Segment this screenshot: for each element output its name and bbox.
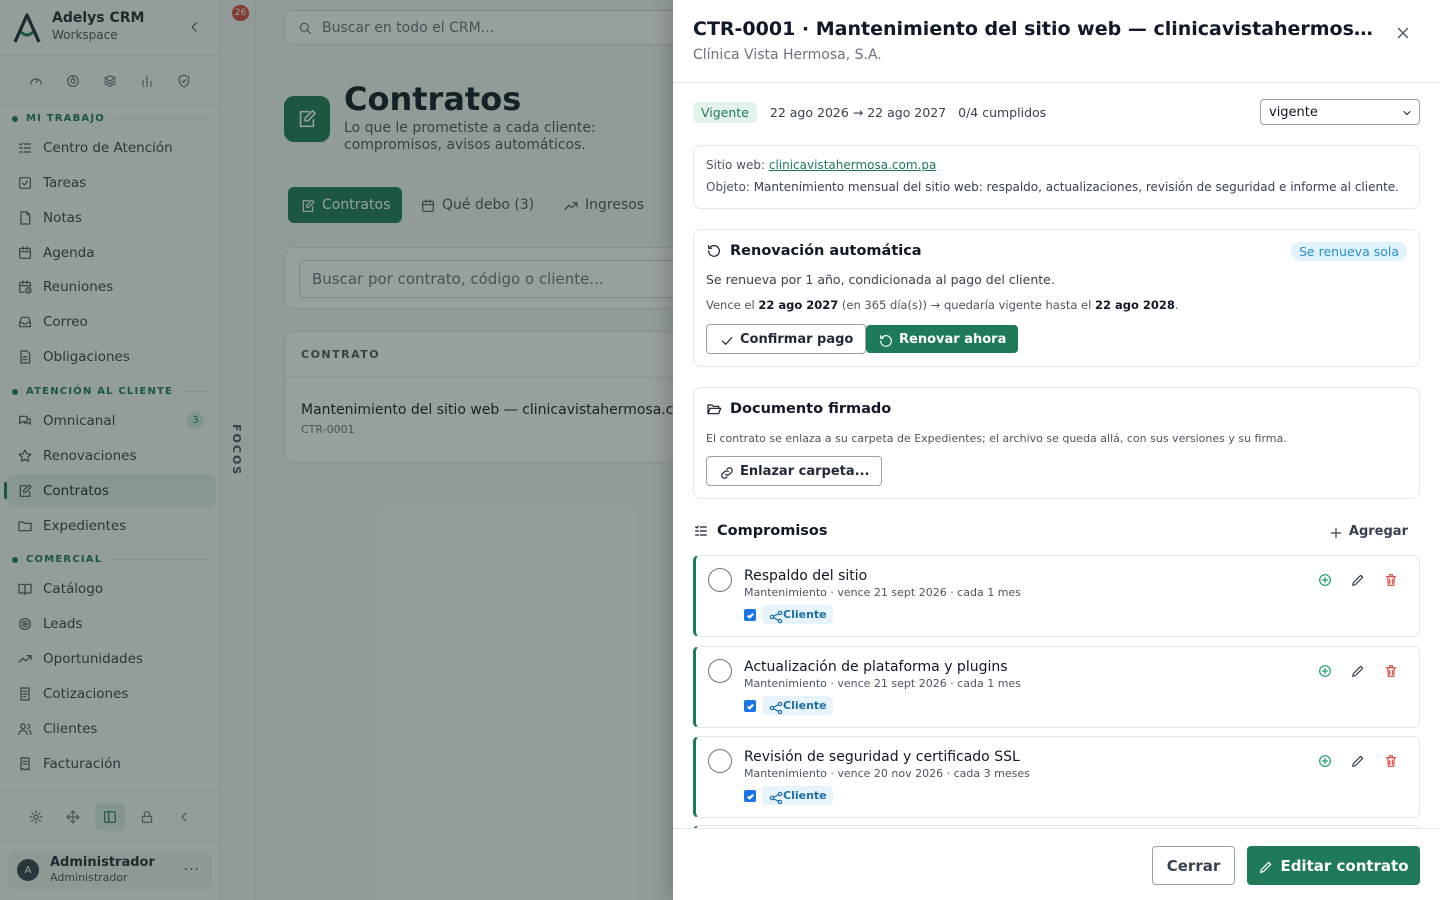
client-visible-checkbox[interactable] — [744, 700, 756, 712]
client-visible-checkbox[interactable] — [744, 609, 756, 621]
commitment-item: Actualización de plataforma y plugins Ma… — [693, 646, 1420, 728]
fulfilled-count: 0/4 cumplidos — [958, 104, 1047, 120]
chevron-down-icon — [1401, 107, 1413, 119]
commitment-title: Respaldo del sitio — [744, 568, 868, 584]
refresh-icon — [706, 243, 722, 259]
document-card: Documento firmado El contrato se enlaza … — [693, 387, 1420, 499]
client-tag: Cliente — [762, 696, 833, 715]
drawer-body: Vigente 22 ago 2026 → 22 ago 2027 0/4 cu… — [673, 84, 1440, 828]
drawer-title: CTR-0001 · Mantenimiento del sitio web —… — [693, 18, 1373, 40]
share-icon — [768, 609, 783, 624]
commitment-meta: Mantenimiento · vence 21 sept 2026 · cad… — [744, 586, 1021, 599]
document-title: Documento firmado — [706, 401, 891, 417]
complete-toggle[interactable] — [708, 659, 732, 683]
client-tag: Cliente — [762, 605, 833, 624]
renewal-text: Se renueva por 1 año, condicionada al pa… — [706, 272, 1055, 287]
edit-icon[interactable] — [1350, 572, 1366, 588]
folder-open-icon — [706, 401, 722, 417]
complete-toggle[interactable] — [708, 749, 732, 773]
contract-drawer: CTR-0001 · Mantenimiento del sitio web —… — [673, 0, 1440, 900]
commitment-title: Actualización de plataforma y plugins — [744, 659, 1008, 675]
link-icon — [719, 465, 733, 479]
auto-renew-badge: Se renueva sola — [1290, 242, 1407, 261]
renew-now-button[interactable]: Renovar ahora — [866, 325, 1019, 353]
close-icon[interactable] — [1392, 22, 1414, 44]
client-tag: Cliente — [762, 786, 833, 805]
info-card: Sitio web: clinicavistahermosa.com.pa Ob… — [693, 145, 1420, 209]
close-button[interactable]: Cerrar — [1152, 846, 1235, 885]
plus-circle-icon[interactable] — [1317, 663, 1333, 679]
commitment-item: Revisión de seguridad y certificado SSL … — [693, 736, 1420, 818]
trash-icon[interactable] — [1383, 753, 1399, 769]
plus-circle-icon[interactable] — [1317, 572, 1333, 588]
renewal-card: Renovación automática Se renueva sola Se… — [693, 229, 1420, 367]
commitment-meta: Mantenimiento · vence 20 nov 2026 · cada… — [744, 767, 1030, 780]
client-visible-checkbox[interactable] — [744, 790, 756, 802]
object-line: Objeto: Mantenimiento mensual del sitio … — [706, 180, 1399, 194]
edit-icon[interactable] — [1350, 663, 1366, 679]
commitments-title: Compromisos — [693, 523, 828, 539]
commitment-item: Respaldo del sitio Mantenimiento · vence… — [693, 555, 1420, 637]
renewal-note: Vence el 22 ago 2027 (en 365 día(s)) → q… — [706, 298, 1179, 312]
add-commitment-button[interactable]: Agregar — [1328, 524, 1408, 539]
commitment-title: Revisión de seguridad y certificado SSL — [744, 749, 1020, 765]
client-name: Clínica Vista Hermosa, S.A. — [693, 47, 882, 63]
website-link[interactable]: clinicavistahermosa.com.pa — [769, 158, 936, 172]
share-icon — [768, 700, 783, 715]
confirm-payment-button[interactable]: Confirmar pago — [706, 324, 867, 354]
pencil-icon — [1258, 859, 1272, 873]
plus-circle-icon[interactable] — [1317, 753, 1333, 769]
trash-icon[interactable] — [1383, 572, 1399, 588]
drawer-header: CTR-0001 · Mantenimiento del sitio web —… — [673, 0, 1440, 83]
link-folder-button[interactable]: Enlazar carpeta... — [706, 456, 883, 486]
plus-icon — [1328, 525, 1342, 539]
check-icon — [719, 333, 733, 346]
renewal-title: Renovación automática — [706, 243, 922, 259]
website-line: Sitio web: clinicavistahermosa.com.pa — [706, 158, 937, 172]
status-select[interactable]: vigente — [1260, 99, 1420, 125]
edit-icon[interactable] — [1350, 753, 1366, 769]
drawer-footer: Cerrar Editar contrato — [673, 828, 1440, 900]
status-badge: Vigente — [693, 101, 757, 123]
commitments-header: Compromisos Agregar — [693, 520, 1420, 544]
trash-icon[interactable] — [1383, 663, 1399, 679]
edit-contract-button[interactable]: Editar contrato — [1247, 846, 1420, 885]
share-icon — [768, 790, 783, 805]
commitment-meta: Mantenimiento · vence 21 sept 2026 · cad… — [744, 677, 1021, 690]
list-check-icon — [693, 523, 709, 539]
document-text: El contrato se enlaza a su carpeta de Ex… — [706, 432, 1287, 445]
refresh-icon — [878, 333, 892, 347]
date-range: 22 ago 2026 → 22 ago 2027 — [769, 104, 947, 120]
complete-toggle[interactable] — [708, 568, 732, 592]
